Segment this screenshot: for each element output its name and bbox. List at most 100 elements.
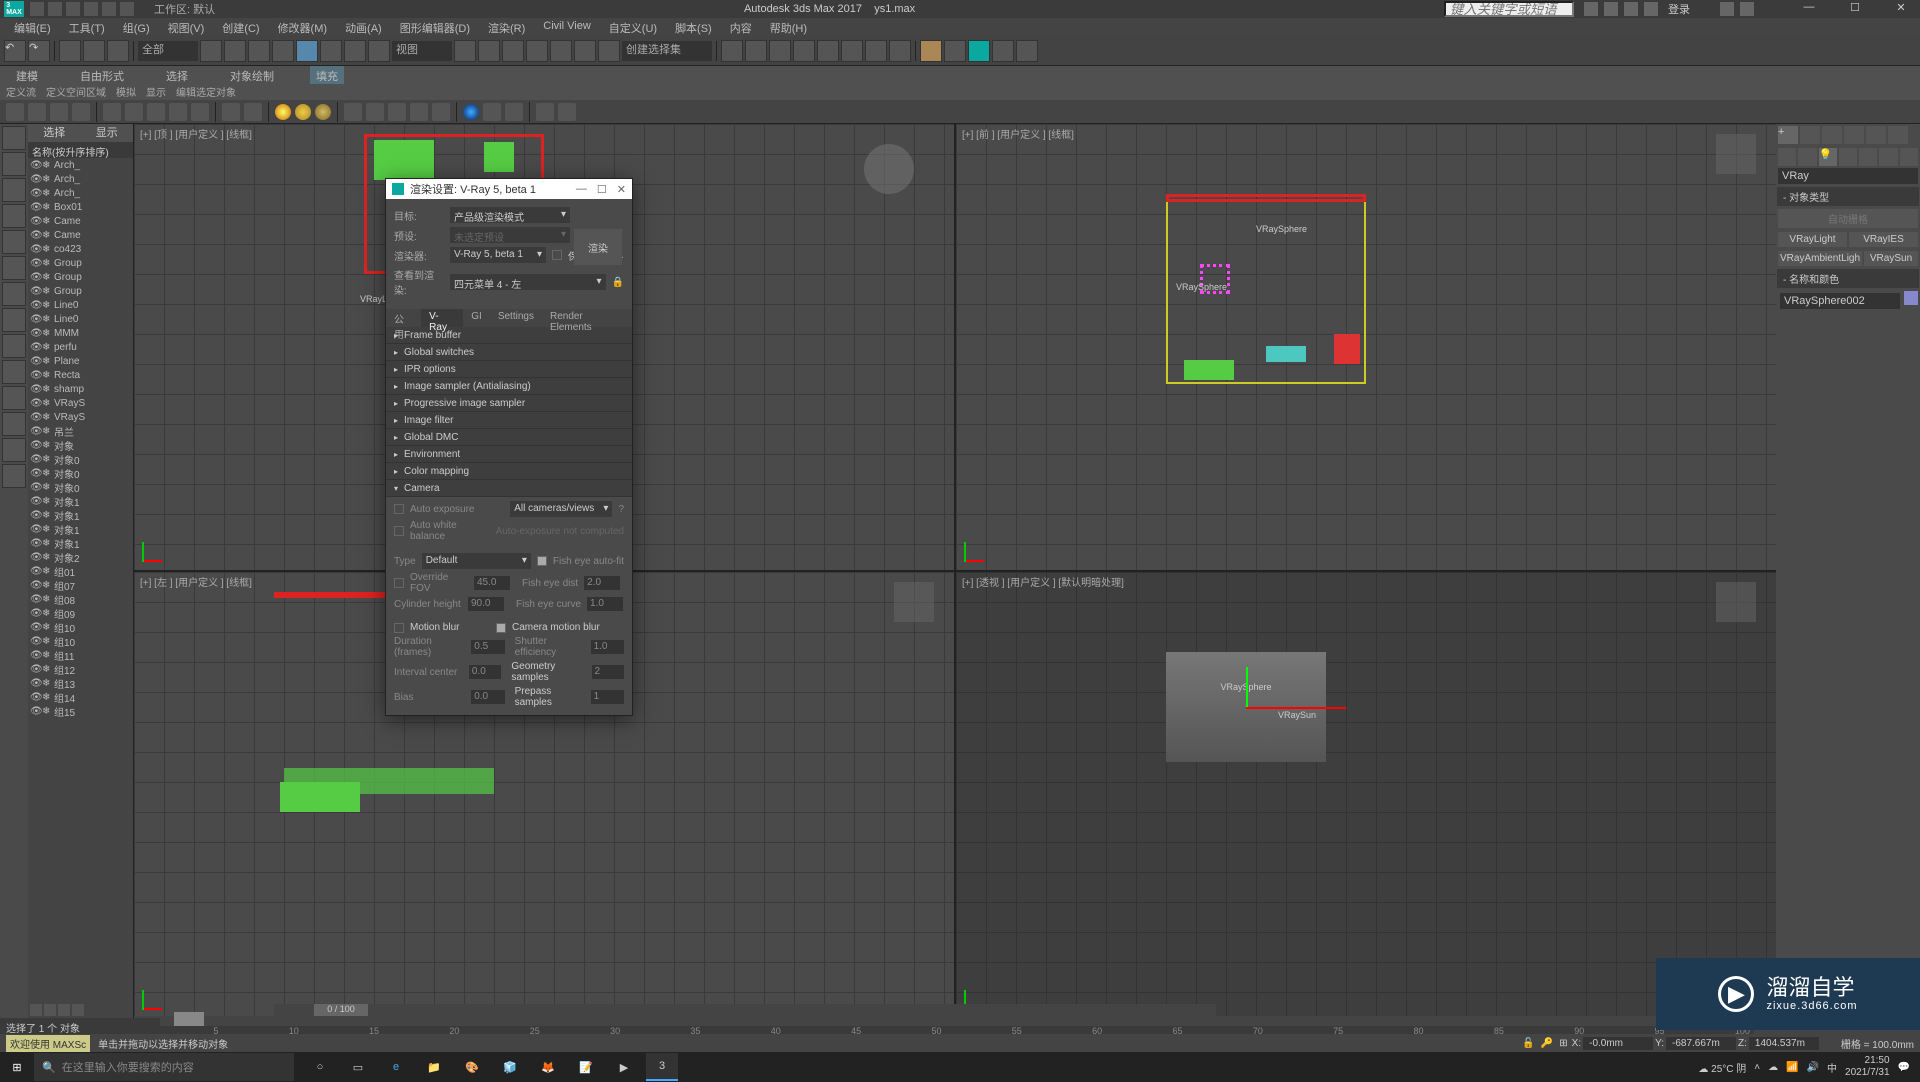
placement-icon[interactable] bbox=[368, 40, 390, 62]
close-button[interactable]: ✕ bbox=[1886, 1, 1916, 17]
render-gallery-icon[interactable] bbox=[1016, 40, 1038, 62]
link-icon[interactable] bbox=[59, 40, 81, 62]
viewcube-left[interactable] bbox=[894, 582, 934, 622]
menu-views[interactable]: 视图(V) bbox=[160, 18, 213, 36]
fisheye-auto-check[interactable] bbox=[537, 556, 547, 566]
named-selection[interactable]: 创建选择集 bbox=[622, 41, 712, 61]
keyboard-icon[interactable] bbox=[502, 40, 524, 62]
viewport-front[interactable]: [+] [前 ] [用户定义 ] [线框] VRaySphere VRaySph… bbox=[956, 124, 1776, 570]
y-coord[interactable]: -687.667m bbox=[1666, 1037, 1736, 1050]
scene-item[interactable]: 👁❄对象1 bbox=[28, 508, 133, 522]
fisheye-dist-value[interactable]: 2.0 bbox=[584, 576, 620, 590]
task-taskview-icon[interactable]: ▭ bbox=[342, 1053, 374, 1081]
key-icon[interactable]: 🔑 bbox=[1541, 1038, 1553, 1049]
scene-item[interactable]: 👁❄MMM bbox=[28, 326, 133, 340]
ro-environment[interactable]: Environment bbox=[386, 446, 632, 463]
lt-proxy-icon[interactable] bbox=[432, 103, 450, 121]
systems-icon[interactable] bbox=[1900, 148, 1918, 166]
spacewarps-icon[interactable] bbox=[1879, 148, 1897, 166]
se-foot-4-icon[interactable] bbox=[72, 1004, 84, 1016]
manipulate-icon[interactable] bbox=[478, 40, 500, 62]
scene-item[interactable]: 👁❄VRayS bbox=[28, 410, 133, 424]
modify-tab-icon[interactable] bbox=[1800, 126, 1820, 144]
tab-renderelem[interactable]: Render Elements bbox=[542, 309, 632, 327]
minimize-button[interactable]: — bbox=[1794, 1, 1824, 17]
taskbar-clock[interactable]: 21:50 2021/7/31 bbox=[1845, 1055, 1890, 1079]
layer2-icon[interactable] bbox=[793, 40, 815, 62]
percent-snap-icon[interactable] bbox=[574, 40, 596, 62]
scene-item[interactable]: 👁❄组10 bbox=[28, 620, 133, 634]
move-icon[interactable] bbox=[296, 40, 318, 62]
lt-2-icon[interactable] bbox=[28, 103, 46, 121]
scene-item[interactable]: 👁❄Line0 bbox=[28, 312, 133, 326]
qat-redo-icon[interactable] bbox=[102, 2, 116, 16]
display-tab-icon[interactable] bbox=[1866, 126, 1886, 144]
task-app1-icon[interactable]: 🧊 bbox=[494, 1053, 526, 1081]
favorites-icon[interactable] bbox=[1624, 2, 1638, 16]
lr-3-icon[interactable] bbox=[2, 178, 26, 202]
tray-ime-icon[interactable]: 中 bbox=[1827, 1060, 1837, 1075]
select-region-icon[interactable] bbox=[248, 40, 270, 62]
tray-chevron-icon[interactable]: ˄ bbox=[1754, 1062, 1760, 1073]
qat-save-icon[interactable] bbox=[66, 2, 80, 16]
task-notes-icon[interactable]: 📝 bbox=[570, 1053, 602, 1081]
menu-grapheditors[interactable]: 图形编辑器(D) bbox=[392, 18, 478, 36]
select-name-icon[interactable] bbox=[224, 40, 246, 62]
ro-framebuffer[interactable]: Frame buffer bbox=[386, 327, 632, 344]
menu-create[interactable]: 创建(C) bbox=[214, 18, 267, 36]
scene-item[interactable]: 👁❄组09 bbox=[28, 606, 133, 620]
sun-icon[interactable] bbox=[275, 104, 291, 120]
maximize-button[interactable]: ☐ bbox=[1840, 1, 1870, 17]
scene-item[interactable]: 👁❄Group bbox=[28, 256, 133, 270]
dialog-minimize[interactable]: — bbox=[576, 183, 587, 196]
scene-item[interactable]: 👁❄组01 bbox=[28, 564, 133, 578]
globe-icon[interactable] bbox=[463, 104, 479, 120]
lr-14-icon[interactable] bbox=[2, 464, 26, 488]
ribbon-sim[interactable]: 模拟 bbox=[116, 84, 136, 100]
gizmo-x[interactable] bbox=[1246, 707, 1346, 709]
lr-6-icon[interactable] bbox=[2, 256, 26, 280]
name-color-rollout[interactable]: - 名称和颜色 bbox=[1777, 269, 1919, 288]
interval-value[interactable]: 0.0 bbox=[469, 665, 502, 679]
menu-modifiers[interactable]: 修改器(M) bbox=[270, 18, 336, 36]
lt-particle-icon[interactable] bbox=[366, 103, 384, 121]
bias-value[interactable]: 0.0 bbox=[471, 690, 504, 704]
lr-9-icon[interactable] bbox=[2, 334, 26, 358]
lr-1-icon[interactable] bbox=[2, 126, 26, 150]
menu-help[interactable]: 帮助(H) bbox=[762, 18, 815, 36]
lr-13-icon[interactable] bbox=[2, 438, 26, 462]
help-icon[interactable] bbox=[1740, 2, 1754, 16]
scene-item[interactable]: 👁❄对象0 bbox=[28, 480, 133, 494]
lt-3-icon[interactable] bbox=[50, 103, 68, 121]
render-frame-icon[interactable] bbox=[944, 40, 966, 62]
ribbon-display[interactable]: 显示 bbox=[146, 84, 166, 100]
lr-8-icon[interactable] bbox=[2, 308, 26, 332]
select-icon[interactable] bbox=[200, 40, 222, 62]
se-foot-1-icon[interactable] bbox=[30, 1004, 42, 1016]
scene-item[interactable]: 👁❄组10 bbox=[28, 634, 133, 648]
rotate-icon[interactable] bbox=[320, 40, 342, 62]
task-explorer-icon[interactable]: 📁 bbox=[418, 1053, 450, 1081]
vp-left-label[interactable]: [+] [左 ] [用户定义 ] [线框] bbox=[140, 574, 252, 589]
ribbon-area[interactable]: 定义空间区域 bbox=[46, 84, 106, 100]
vraysun-button[interactable]: VRaySun bbox=[1864, 251, 1918, 266]
dialog-maximize[interactable]: ☐ bbox=[597, 183, 607, 196]
renderer-dropdown[interactable]: VRay bbox=[1778, 168, 1918, 184]
scene-item[interactable]: 👁❄Arch_ bbox=[28, 172, 133, 186]
ribbon-editsel[interactable]: 编辑选定对象 bbox=[176, 84, 236, 100]
cameras-icon[interactable] bbox=[1839, 148, 1857, 166]
undo-icon[interactable]: ↶ bbox=[4, 40, 26, 62]
lr-7-icon[interactable] bbox=[2, 282, 26, 306]
lt-dome-icon[interactable] bbox=[505, 103, 523, 121]
task-3dsmax-icon[interactable]: 3 bbox=[646, 1053, 678, 1081]
menu-group[interactable]: 组(G) bbox=[115, 18, 158, 36]
z-coord[interactable]: 1404.537m bbox=[1749, 1037, 1819, 1050]
override-fov-value[interactable]: 45.0 bbox=[474, 576, 510, 590]
app-logo[interactable]: 3MAX bbox=[4, 1, 24, 17]
mirror-icon[interactable] bbox=[721, 40, 743, 62]
cyl-height-value[interactable]: 90.0 bbox=[468, 597, 504, 611]
ro-ipr[interactable]: IPR options bbox=[386, 361, 632, 378]
lt-8-icon[interactable] bbox=[169, 103, 187, 121]
vp-top-label[interactable]: [+] [顶 ] [用户定义 ] [线框] bbox=[140, 126, 252, 141]
render-online-icon[interactable] bbox=[992, 40, 1014, 62]
